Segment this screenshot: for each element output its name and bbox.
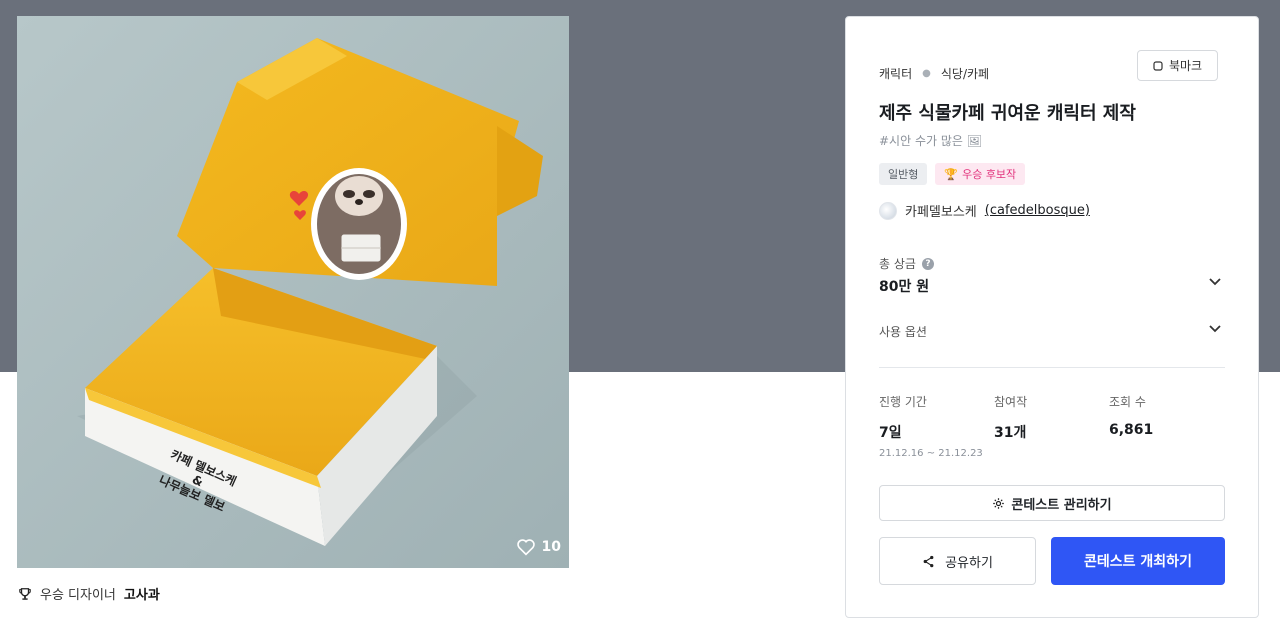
bookmark-label: 북마크 — [1168, 59, 1203, 73]
share-button[interactable]: 공유하기 — [879, 537, 1036, 585]
box-mockup-illustration: 카페 델보스케 & 나무늘보 델보 — [17, 16, 569, 568]
prize-label-text: 총 상금 — [879, 257, 916, 271]
bookmark-button[interactable]: 북마크 — [1137, 50, 1218, 81]
divider — [879, 367, 1225, 368]
chevron-down-icon[interactable] — [1208, 277, 1222, 287]
breadcrumb-category[interactable]: 캐릭터 — [879, 65, 912, 82]
contest-subtitle: #시안 수가 많은 🖼 — [879, 134, 982, 148]
like-button[interactable]: 10 — [516, 538, 561, 556]
manage-contest-button[interactable]: 콘테스트 관리하기 — [879, 485, 1225, 521]
prize-value: 80만 원 — [879, 279, 930, 295]
stat-period-value: 7일 — [879, 425, 902, 441]
stat-views: 조회 수 6,861 — [1109, 393, 1153, 438]
contest-title: 제주 식물카페 귀여운 캐릭터 제작 — [879, 103, 1136, 124]
breadcrumb: 캐릭터 ● 식당/카페 — [879, 65, 989, 82]
stat-period: 진행 기간 7일 21.12.16 ~ 21.12.23 — [879, 393, 983, 459]
contest-info-panel: 캐릭터 ● 식당/카페 북마크 제주 식물카페 귀여운 캐릭터 제작 #시안 수… — [845, 16, 1259, 618]
entry-image[interactable]: 카페 델보스케 & 나무늘보 델보 10 — [17, 16, 569, 568]
winner-designer: 우승 디자이너 고사과 — [18, 584, 160, 603]
like-count: 10 — [541, 539, 561, 555]
tag-winner-candidate: 🏆 우승 후보작 — [935, 163, 1026, 185]
stat-period-label: 진행 기간 — [879, 395, 927, 409]
share-label: 공유하기 — [945, 555, 993, 571]
trophy-icon — [19, 587, 31, 600]
bookmark-icon — [1153, 60, 1163, 71]
trophy-icon: 🏆 — [944, 167, 959, 181]
stat-entries-value: 31개 — [994, 425, 1027, 441]
breadcrumb-subcategory[interactable]: 식당/카페 — [941, 65, 989, 82]
share-icon — [923, 555, 934, 567]
host-handle[interactable]: (cafedelbosque) — [985, 203, 1090, 218]
gear-icon — [993, 497, 1005, 509]
contest-host[interactable]: 카페델보스케 (cafedelbosque) — [879, 201, 1090, 220]
usage-options-label: 사용 옵션 — [879, 325, 927, 339]
stat-entries: 참여작 31개 — [994, 393, 1027, 442]
contest-tags: 일반형 🏆 우승 후보작 — [879, 163, 1026, 185]
breadcrumb-separator: ● — [922, 68, 931, 79]
prize-label: 총 상금 ? — [879, 255, 934, 272]
host-contest-label: 콘테스트 개최하기 — [1084, 554, 1192, 570]
stat-period-range: 21.12.16 ~ 21.12.23 — [879, 448, 983, 459]
heart-icon — [516, 539, 535, 556]
manage-contest-label: 콘테스트 관리하기 — [1011, 497, 1112, 513]
host-name: 카페델보스케 — [905, 205, 977, 220]
sloth-character — [311, 168, 407, 280]
help-icon[interactable]: ? — [921, 257, 934, 270]
stat-views-label: 조회 수 — [1109, 395, 1146, 409]
tag-winner-label: 우승 후보작 — [962, 168, 1017, 181]
tag-type: 일반형 — [879, 163, 928, 185]
winner-name[interactable]: 고사과 — [124, 584, 160, 603]
tag-type-label: 일반형 — [888, 168, 919, 181]
stat-entries-label: 참여작 — [994, 395, 1028, 409]
chevron-down-icon[interactable] — [1208, 324, 1222, 334]
stat-views-value: 6,861 — [1109, 422, 1154, 438]
winner-prefix: 우승 디자이너 — [40, 588, 116, 603]
host-contest-button[interactable]: 콘테스트 개최하기 — [1051, 537, 1225, 585]
host-avatar — [879, 201, 897, 220]
